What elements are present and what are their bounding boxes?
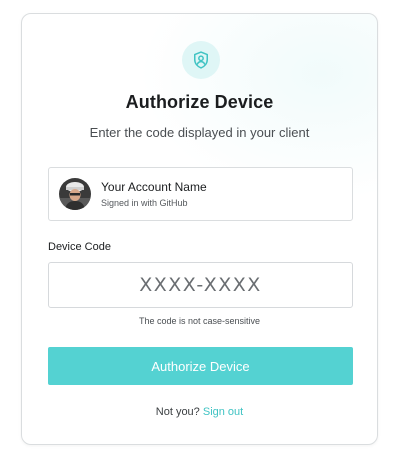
device-code-label: Device Code (48, 241, 111, 253)
footer: Not you? Sign out (22, 406, 377, 418)
page-title: Authorize Device (125, 92, 274, 112)
account-name: Your Account Name (101, 180, 207, 194)
device-code-input[interactable] (48, 262, 353, 308)
sign-out-link[interactable]: Sign out (203, 406, 243, 418)
footer-prompt: Not you? (155, 406, 200, 418)
avatar (59, 178, 91, 210)
device-code-hint: The code is not case-sensitive (138, 316, 261, 326)
shield-user-icon (194, 51, 208, 69)
authorize-card: Authorize Device Enter the code displaye… (21, 13, 378, 445)
account-panel: Your Account Name Signed in with GitHub (48, 167, 353, 221)
logo-badge (182, 41, 220, 79)
account-provider: Signed in with GitHub (101, 198, 188, 208)
page-subtitle: Enter the code displayed in your client (89, 125, 310, 140)
authorize-device-button[interactable]: Authorize Device (48, 347, 353, 385)
